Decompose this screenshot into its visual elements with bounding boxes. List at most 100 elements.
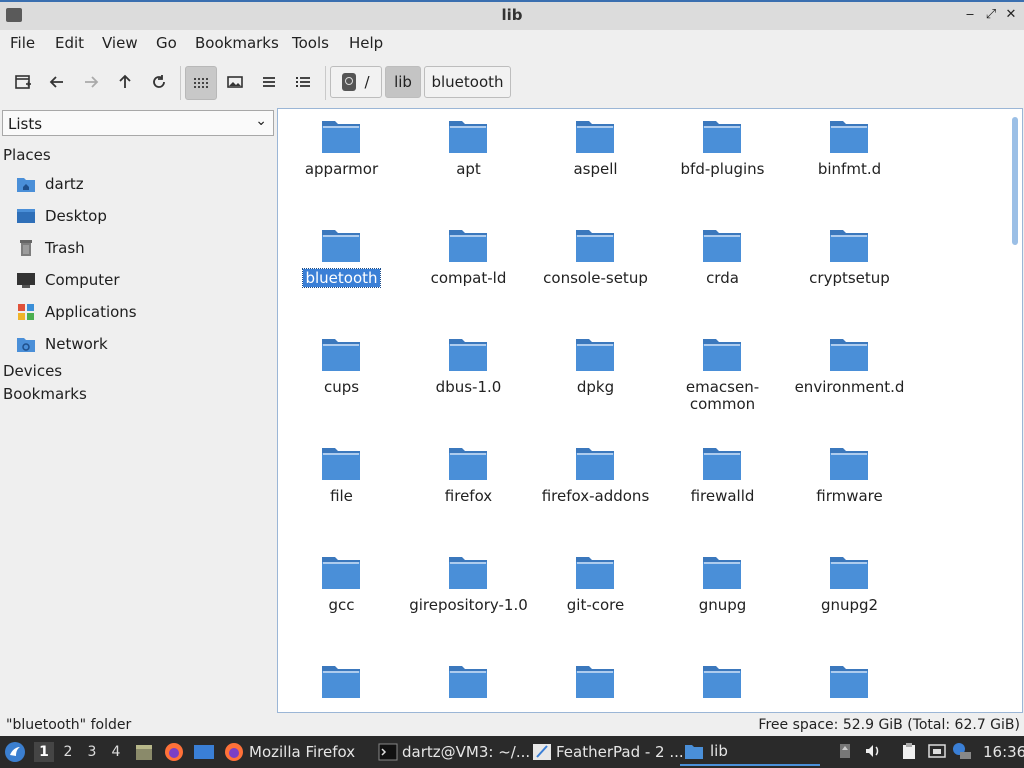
window-title: lib	[501, 6, 523, 24]
minimize-button[interactable]: ‒	[962, 7, 978, 23]
folder-icon	[322, 666, 360, 698]
folder-icon	[830, 666, 868, 698]
file-name: gnupg	[659, 597, 786, 614]
workspace-2[interactable]: 2	[58, 742, 78, 762]
compact-view-button[interactable]	[254, 66, 284, 98]
thumbnail-view-button[interactable]	[220, 66, 250, 98]
file-item[interactable]: compat-ld	[405, 218, 532, 318]
file-item[interactable]	[786, 654, 913, 712]
sidebar-item-computer[interactable]: Computer	[16, 267, 266, 293]
file-name-text: git-core	[566, 596, 625, 614]
volume-icon[interactable]	[864, 742, 882, 760]
file-item[interactable]: bluetooth	[278, 218, 405, 318]
file-item[interactable]: firefox	[405, 436, 532, 536]
file-item[interactable]: dpkg	[532, 327, 659, 427]
file-item[interactable]: firmware	[786, 436, 913, 536]
task-lib[interactable]: lib	[680, 738, 820, 766]
quicklaunch-desktop[interactable]	[193, 736, 215, 768]
file-item[interactable]: girepository-1.0	[405, 545, 532, 645]
close-button[interactable]: ✕	[1003, 7, 1019, 23]
menu-edit[interactable]: Edit	[55, 34, 84, 52]
network-status-icon[interactable]	[928, 742, 946, 760]
bookmarks-header[interactable]: Bookmarks	[3, 385, 87, 403]
side-pane-mode-combo[interactable]: Lists ⌄	[2, 110, 274, 136]
forward-button[interactable]	[76, 66, 106, 98]
menu-go[interactable]: Go	[156, 34, 177, 52]
file-name-text: crda	[706, 269, 739, 287]
task-featherpad[interactable]: FeatherPad - 2 ...	[532, 738, 684, 766]
file-item[interactable]: emacsen-common	[659, 327, 786, 427]
file-name: firmware	[786, 488, 913, 505]
sidebar-item-label: Applications	[45, 303, 137, 321]
sidebar-item-desktop[interactable]: Desktop	[16, 203, 266, 229]
file-item[interactable]: file	[278, 436, 405, 536]
sidebar-item-network[interactable]: Network	[16, 331, 266, 357]
sidebar-item-applications[interactable]: Applications	[16, 299, 266, 325]
file-item[interactable]: crda	[659, 218, 786, 318]
places-header[interactable]: Places	[3, 146, 51, 164]
clipboard-icon[interactable]	[900, 742, 918, 760]
quicklaunch-files[interactable]	[134, 736, 154, 768]
file-item[interactable]	[532, 654, 659, 712]
file-item[interactable]: bfd-plugins	[659, 109, 786, 209]
show-desktop-icon	[194, 745, 214, 759]
task-label: Mozilla Firefox	[249, 743, 356, 761]
breadcrumb-bluetooth[interactable]: bluetooth	[424, 66, 511, 98]
sidebar-item-dartz[interactable]: dartz	[16, 171, 266, 197]
reload-button[interactable]	[144, 66, 174, 98]
file-item[interactable]: firewalld	[659, 436, 786, 536]
back-button[interactable]	[42, 66, 72, 98]
file-name-text: apt	[456, 160, 481, 178]
file-item[interactable]: git-core	[532, 545, 659, 645]
file-item[interactable]: aspell	[532, 109, 659, 209]
start-menu-button[interactable]	[4, 736, 26, 768]
file-item[interactable]: cups	[278, 327, 405, 427]
task-terminal[interactable]: dartz@VM3: ~/...	[378, 738, 530, 766]
quicklaunch-firefox[interactable]	[164, 736, 184, 768]
file-item[interactable]: dbus-1.0	[405, 327, 532, 427]
task-firefox[interactable]: Mozilla Firefox	[224, 738, 355, 766]
file-item[interactable]: firefox-addons	[532, 436, 659, 536]
workspace-1[interactable]: 1	[34, 742, 54, 762]
menu-view[interactable]: View	[102, 34, 138, 52]
file-item[interactable]: gnupg2	[786, 545, 913, 645]
file-item[interactable]	[659, 654, 786, 712]
folder-icon	[322, 230, 360, 262]
menu-bookmarks[interactable]: Bookmarks	[195, 34, 279, 52]
folder-view[interactable]: apparmor apt aspell bfd-plugins binfmt.d blue…	[277, 108, 1023, 713]
menu-help[interactable]: Help	[349, 34, 383, 52]
up-button[interactable]	[110, 66, 140, 98]
file-item[interactable]: environment.d	[786, 327, 913, 427]
file-item[interactable]: gcc	[278, 545, 405, 645]
sidebar-item-label: Trash	[45, 239, 85, 257]
devices-header[interactable]: Devices	[3, 362, 62, 380]
file-item[interactable]: gnupg	[659, 545, 786, 645]
file-item[interactable]	[405, 654, 532, 712]
updates-icon[interactable]	[952, 742, 971, 760]
file-item[interactable]: apt	[405, 109, 532, 209]
workspace-4[interactable]: 4	[106, 742, 126, 762]
file-item[interactable]: cryptsetup	[786, 218, 913, 318]
tray-scroll-icon[interactable]	[836, 742, 854, 760]
file-item[interactable]: apparmor	[278, 109, 405, 209]
file-name-text: firefox	[444, 487, 493, 505]
sidebar-item-trash[interactable]: Trash	[16, 235, 266, 261]
workspace-3[interactable]: 3	[82, 742, 102, 762]
maximize-button[interactable]: ⤢	[983, 7, 999, 23]
menu-file[interactable]: File	[10, 34, 35, 52]
firefox-icon	[225, 743, 243, 761]
menu-tools[interactable]: Tools	[292, 34, 329, 52]
file-item[interactable]	[278, 654, 405, 712]
file-name-text: bfd-plugins	[680, 160, 765, 178]
file-item[interactable]: binfmt.d	[786, 109, 913, 209]
icon-view-button[interactable]	[185, 66, 217, 100]
vertical-scrollbar[interactable]	[1012, 117, 1018, 245]
new-tab-button[interactable]	[8, 66, 38, 98]
folder-icon	[576, 339, 614, 371]
file-manager-icon	[136, 745, 152, 760]
desktop-icon	[16, 207, 36, 225]
breadcrumb-lib[interactable]: lib	[385, 66, 421, 98]
breadcrumb-root[interactable]: /	[330, 66, 382, 98]
file-item[interactable]: console-setup	[532, 218, 659, 318]
detailed-view-button[interactable]	[288, 66, 318, 98]
